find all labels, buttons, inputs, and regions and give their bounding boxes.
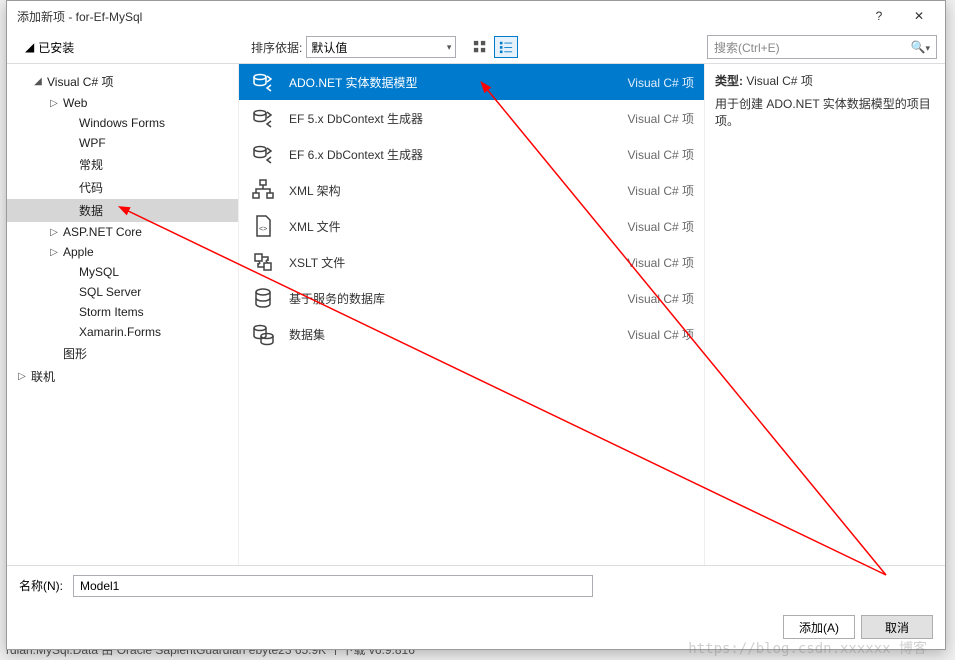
tree-item-label: Windows Forms [79, 116, 165, 130]
tree-header[interactable]: ◢ 已安装 [15, 39, 243, 56]
cancel-button[interactable]: 取消 [861, 615, 933, 639]
sort-combo[interactable]: 默认值 ▾ [306, 36, 456, 58]
tree-item-Visual C# 项[interactable]: ◢Visual C# 项 [7, 70, 238, 93]
grid-icon [473, 40, 487, 54]
xml-file-icon: <> [249, 212, 277, 240]
view-medium-icons-button[interactable] [468, 36, 492, 58]
template-list: ADO.NET 实体数据模型Visual C# 项EF 5.x DbContex… [239, 64, 704, 565]
tree-item-Xamarin.Forms[interactable]: Xamarin.Forms [7, 322, 238, 342]
category-tree: ◢Visual C# 项▷Web Windows Forms WPF 常规代码数据 ▷A… [7, 64, 239, 565]
template-label: ADO.NET 实体数据模型 [289, 74, 616, 91]
titlebar: 添加新项 - for-Ef-MySql ? ✕ [7, 1, 945, 31]
chevron-down-icon: ▾ [447, 42, 452, 53]
template-type: Visual C# 项 [628, 254, 694, 271]
tree-item-label: Xamarin.Forms [79, 325, 161, 339]
close-button[interactable]: ✕ [899, 2, 939, 30]
tree-item-label: Storm Items [79, 305, 144, 319]
name-bar: 名称(N): [7, 565, 945, 605]
name-label: 名称(N): [19, 577, 63, 594]
db-set-icon [249, 320, 277, 348]
tree-item-联机[interactable]: ▷联机 [7, 365, 238, 388]
tree-item-ASP.NET Core[interactable]: ▷ASP.NET Core [7, 222, 238, 242]
tree-item-label: 联机 [31, 368, 55, 385]
name-input[interactable] [73, 575, 593, 597]
template-type: Visual C# 项 [628, 290, 694, 307]
template-row[interactable]: ADO.NET 实体数据模型 Visual C# 项 [239, 64, 704, 100]
tree-item-label: MySQL [79, 265, 119, 279]
help-button[interactable]: ? [859, 2, 899, 30]
db-arrows-icon [249, 68, 277, 96]
tree-item-Web[interactable]: ▷Web [7, 93, 238, 113]
template-type: Visual C# 项 [628, 182, 694, 199]
tree-item-label: Web [63, 96, 87, 110]
tree-item-label: SQL Server [79, 285, 141, 299]
template-label: EF 6.x DbContext 生成器 [289, 146, 616, 163]
add-new-item-dialog: 添加新项 - for-Ef-MySql ? ✕ ◢ 已安装 排序依据: 默认值 … [6, 0, 946, 650]
template-row[interactable]: 数据集 Visual C# 项 [239, 316, 704, 352]
info-pane: 类型: Visual C# 项 用于创建 ADO.NET 实体数据模型的项目项。 [705, 64, 945, 565]
add-button[interactable]: 添加(A) [783, 615, 855, 639]
info-type: 类型: Visual C# 项 [715, 72, 935, 89]
template-row[interactable]: XML 架构 Visual C# 项 [239, 172, 704, 208]
sort-label: 排序依据: [251, 39, 302, 56]
db-icon [249, 284, 277, 312]
db-arrows-icon [249, 140, 277, 168]
template-row[interactable]: <> XML 文件 Visual C# 项 [239, 208, 704, 244]
template-row[interactable]: 基于服务的数据库 Visual C# 项 [239, 280, 704, 316]
db-arrows-icon [249, 104, 277, 132]
template-row[interactable]: EF 5.x DbContext 生成器 Visual C# 项 [239, 100, 704, 136]
template-row[interactable]: XSLT 文件 Visual C# 项 [239, 244, 704, 280]
tree-item-代码[interactable]: 代码 [7, 176, 238, 199]
svg-text:<>: <> [259, 226, 267, 233]
template-label: XML 文件 [289, 218, 616, 235]
tree-item-数据[interactable]: 数据 [7, 199, 238, 222]
search-input[interactable]: 搜索(Ctrl+E) 🔍▾ [707, 35, 937, 59]
sort-area: 排序依据: 默认值 ▾ [251, 36, 518, 58]
view-small-icons-button[interactable] [494, 36, 518, 58]
xml-tree-icon [249, 176, 277, 204]
template-row[interactable]: EF 6.x DbContext 生成器 Visual C# 项 [239, 136, 704, 172]
info-description: 用于创建 ADO.NET 实体数据模型的项目项。 [715, 95, 935, 129]
tree-item-SQL Server[interactable]: SQL Server [7, 282, 238, 302]
toolbar: ◢ 已安装 排序依据: 默认值 ▾ 搜索(Ctrl+E) 🔍▾ [7, 31, 945, 63]
tree-item-Storm Items[interactable]: Storm Items [7, 302, 238, 322]
list-icon [499, 40, 513, 54]
template-type: Visual C# 项 [628, 110, 694, 127]
tree-item-label: 数据 [79, 202, 103, 219]
template-label: EF 5.x DbContext 生成器 [289, 110, 616, 127]
tree-item-常规[interactable]: 常规 [7, 153, 238, 176]
template-label: 数据集 [289, 326, 616, 343]
tree-item-label: WPF [79, 136, 106, 150]
window-title: 添加新项 - for-Ef-MySql [17, 8, 859, 25]
tree-item-Apple[interactable]: ▷Apple [7, 242, 238, 262]
tree-item-label: ASP.NET Core [63, 225, 142, 239]
template-label: 基于服务的数据库 [289, 290, 616, 307]
tree-item-Windows Forms[interactable]: Windows Forms [7, 113, 238, 133]
tree-item-label: 代码 [79, 179, 103, 196]
tree-item-MySQL[interactable]: MySQL [7, 262, 238, 282]
template-label: XML 架构 [289, 182, 616, 199]
template-type: Visual C# 项 [628, 326, 694, 343]
template-type: Visual C# 项 [628, 74, 694, 91]
tree-item-label: Apple [63, 245, 94, 259]
tree-item-label: 图形 [63, 345, 87, 362]
tree-item-label: 常规 [79, 156, 103, 173]
watermark: https://blog.csdn.xxxxxx 博客 [688, 638, 927, 658]
tree-item-label: Visual C# 项 [47, 73, 113, 90]
template-type: Visual C# 项 [628, 146, 694, 163]
xslt-icon [249, 248, 277, 276]
search-icon: 🔍▾ [911, 40, 930, 54]
template-type: Visual C# 项 [628, 218, 694, 235]
tree-item-WPF[interactable]: WPF [7, 133, 238, 153]
tree-item-图形[interactable]: 图形 [7, 342, 238, 365]
template-label: XSLT 文件 [289, 254, 616, 271]
